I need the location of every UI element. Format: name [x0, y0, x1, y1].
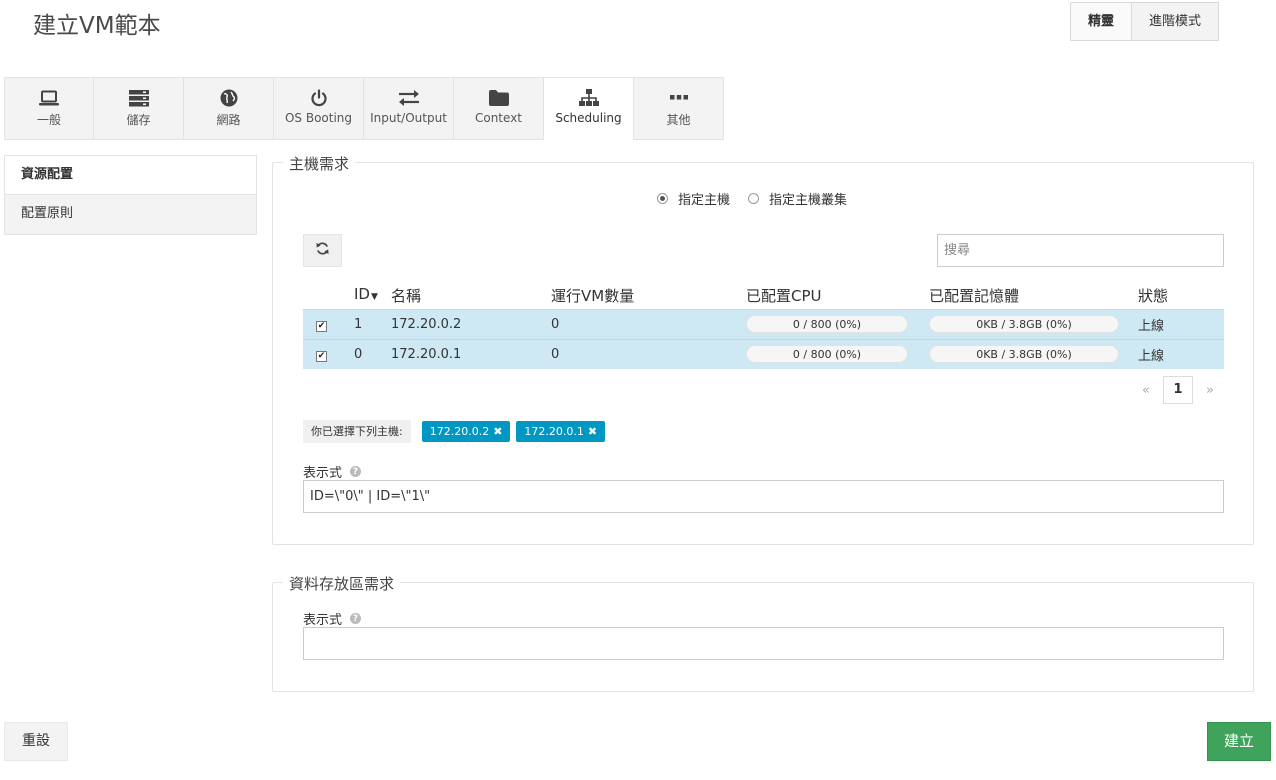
row-id: 0: [354, 338, 391, 369]
help-icon[interactable]: ?: [350, 466, 362, 477]
host-expression-input[interactable]: [303, 480, 1224, 513]
row-running-vms: 0: [551, 308, 746, 339]
pagination: « 1 »: [1133, 376, 1223, 404]
sidebar-item-placement-policy[interactable]: 配置原則: [4, 195, 257, 235]
tab-label: 儲存: [126, 113, 151, 127]
tab-general[interactable]: 一般: [4, 77, 94, 140]
row-name: 172.20.0.1: [391, 338, 551, 369]
exchange-icon: [398, 88, 420, 108]
table-header-row: ID▼ 名稱 運行VM數量 已配置CPU 已配置記憶體 狀態: [303, 283, 1224, 309]
power-icon: [310, 88, 328, 108]
row-checkbox[interactable]: ✔: [316, 350, 327, 362]
row-checkbox[interactable]: ✔: [316, 320, 327, 332]
mode-switch: 精靈 進階模式: [1070, 2, 1220, 41]
laptop-icon: [39, 88, 59, 108]
tab-label: Context: [474, 111, 522, 125]
wizard-mode-button[interactable]: 精靈: [1070, 2, 1133, 41]
help-icon[interactable]: ?: [350, 613, 362, 624]
header-allocated-memory[interactable]: 已配置記憶體: [929, 283, 1138, 309]
tab-label: 網路: [216, 113, 241, 127]
host-expression-label: 表示式 ?: [303, 462, 362, 481]
close-icon[interactable]: ✖: [493, 421, 502, 442]
memory-usage-bar: 0KB / 3.8GB (0%): [929, 315, 1119, 333]
close-icon[interactable]: ✖: [588, 421, 597, 442]
tab-label: Input/Output: [370, 111, 447, 125]
header-id[interactable]: ID▼: [354, 283, 391, 309]
tab-other[interactable]: 其他: [634, 77, 724, 140]
refresh-icon: [316, 242, 329, 259]
row-running-vms: 0: [551, 338, 746, 369]
selected-host-chip: 172.20.0.1 ✖: [516, 421, 606, 442]
sort-desc-icon: ▼: [370, 292, 378, 302]
globe-icon: [220, 88, 238, 108]
row-cpu-cell: 0 / 800 (0%): [746, 308, 929, 339]
refresh-button[interactable]: [303, 234, 342, 267]
reset-button[interactable]: 重設: [4, 722, 68, 761]
template-tabs: 一般 儲存 網路 OS Booting Input/Output Context: [4, 77, 724, 140]
datastore-requirements-legend: 資料存放區需求: [283, 573, 401, 594]
ellipsis-icon: [669, 88, 688, 108]
host-search-input[interactable]: [937, 234, 1224, 267]
row-status: 上線: [1138, 338, 1224, 369]
cpu-usage-bar: 0 / 800 (0%): [746, 315, 908, 333]
row-memory-cell: 0KB / 3.8GB (0%): [929, 338, 1138, 369]
table-row[interactable]: ✔ 1 172.20.0.2 0 0 / 800 (0%) 0KB / 3.8G…: [303, 308, 1224, 339]
folder-icon: [488, 88, 509, 108]
row-checkbox-cell: ✔: [303, 308, 354, 339]
page-title: 建立VM範本: [33, 13, 161, 39]
tab-label: OS Booting: [284, 111, 353, 125]
row-cpu-cell: 0 / 800 (0%): [746, 338, 929, 369]
selected-host-chip: 172.20.0.2 ✖: [421, 421, 511, 442]
row-checkbox-cell: ✔: [303, 338, 354, 369]
host-requirements-panel: 主機需求 指定主機 指定主機叢集 ID▼ 名稱 運行VM數量 已配置CPU 已配…: [272, 153, 1254, 545]
header-running-vms[interactable]: 運行VM數量: [551, 283, 746, 309]
sidebar-item-resource-allocation[interactable]: 資源配置: [4, 155, 257, 195]
row-memory-cell: 0KB / 3.8GB (0%): [929, 308, 1138, 339]
header-select: [303, 283, 354, 309]
datastore-requirements-panel: 資料存放區需求 表示式 ?: [272, 573, 1254, 692]
cpu-usage-bar: 0 / 800 (0%): [746, 345, 908, 364]
row-status: 上線: [1138, 308, 1224, 339]
table-row[interactable]: ✔ 0 172.20.0.1 0 0 / 800 (0%) 0KB / 3.8G…: [303, 338, 1224, 369]
header-allocated-cpu[interactable]: 已配置CPU: [746, 283, 929, 309]
radio-select-host[interactable]: [657, 193, 668, 204]
datastore-expression-label: 表示式 ?: [303, 609, 362, 628]
tab-os-booting[interactable]: OS Booting: [274, 77, 364, 140]
storage-icon: [128, 88, 149, 108]
pager-page-1[interactable]: 1: [1163, 376, 1193, 404]
datastore-expression-input[interactable]: [303, 627, 1224, 660]
tab-label: 一般: [36, 113, 61, 127]
sitemap-icon: [578, 88, 599, 108]
radio-select-cluster-label[interactable]: 指定主機叢集: [769, 189, 847, 208]
selected-hosts-row: 你已選擇下列主機: 172.20.0.2 ✖ 172.20.0.1 ✖: [303, 420, 611, 443]
memory-usage-bar: 0KB / 3.8GB (0%): [929, 345, 1119, 364]
host-table: ID▼ 名稱 運行VM數量 已配置CPU 已配置記憶體 狀態 ✔ 1 172.2…: [303, 283, 1224, 369]
radio-select-cluster[interactable]: [748, 193, 760, 204]
pager-next[interactable]: »: [1197, 383, 1223, 398]
row-name: 172.20.0.2: [391, 308, 551, 339]
tab-label: Scheduling: [555, 111, 622, 125]
host-mode-radio-group: 指定主機 指定主機叢集: [657, 189, 865, 208]
tab-storage[interactable]: 儲存: [94, 77, 184, 140]
header-status[interactable]: 狀態: [1138, 283, 1224, 309]
row-id: 1: [354, 308, 391, 339]
create-button[interactable]: 建立: [1207, 722, 1271, 761]
tab-network[interactable]: 網路: [184, 77, 274, 140]
radio-select-host-label[interactable]: 指定主機: [678, 189, 730, 208]
tab-input-output[interactable]: Input/Output: [364, 77, 454, 140]
tab-scheduling[interactable]: Scheduling: [544, 77, 634, 140]
header-name[interactable]: 名稱: [391, 283, 551, 309]
host-requirements-legend: 主機需求: [283, 153, 356, 174]
tab-label: 其他: [666, 113, 691, 127]
tab-context[interactable]: Context: [454, 77, 544, 140]
advanced-mode-button[interactable]: 進階模式: [1132, 2, 1220, 41]
pager-prev[interactable]: «: [1133, 383, 1159, 398]
scheduling-side-nav: 資源配置 配置原則: [4, 155, 257, 235]
selected-hosts-label: 你已選擇下列主機:: [303, 420, 411, 443]
